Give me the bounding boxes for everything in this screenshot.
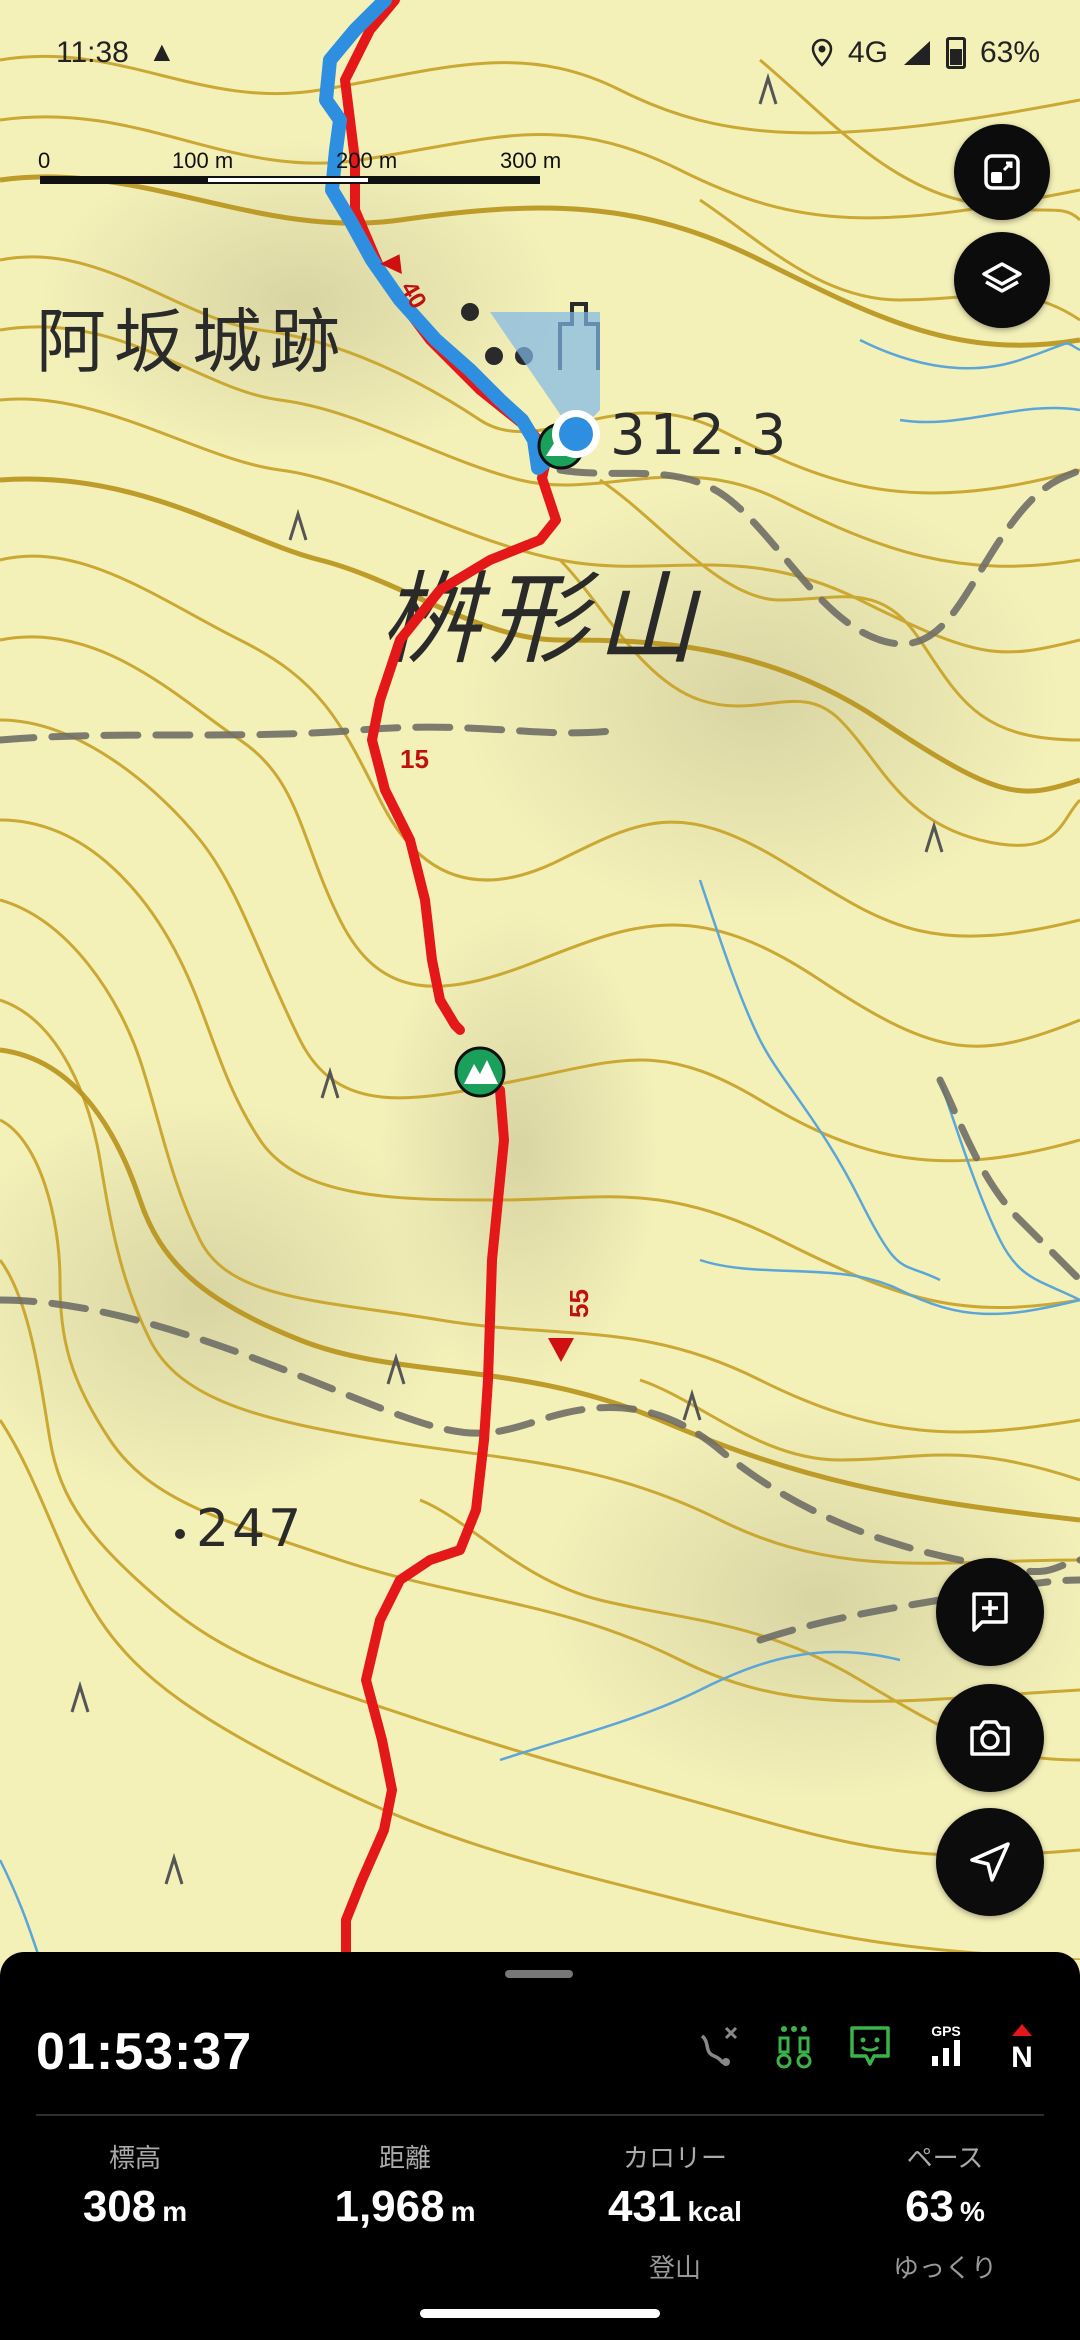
gps-signal-icon: GPS bbox=[931, 2023, 961, 2066]
status-icons: GPS N bbox=[696, 2022, 1044, 2070]
elapsed-time: 01:53:37 bbox=[36, 2023, 253, 2081]
expand-map-button[interactable] bbox=[954, 124, 1050, 220]
stat-label: ペース bbox=[906, 2143, 984, 2173]
stat-label: 標高 bbox=[108, 2143, 161, 2173]
stat-sub: 登山 bbox=[648, 2253, 701, 2283]
svg-text:GPS: GPS bbox=[931, 2023, 961, 2039]
camera-icon bbox=[970, 1720, 1010, 1756]
expand-icon bbox=[984, 154, 1020, 190]
stat-value: 431 bbox=[608, 2182, 682, 2231]
safety-share-icon[interactable] bbox=[848, 2022, 892, 2070]
stat-calories: カロリー 431 kcal 登山 bbox=[540, 2138, 810, 2283]
scale-label-0: 0 bbox=[38, 148, 51, 173]
compass-north-icon[interactable]: N bbox=[1000, 2022, 1044, 2070]
location-icon bbox=[811, 38, 833, 67]
home-indicator[interactable] bbox=[420, 2309, 660, 2318]
stats-row: 標高 308 m 距離 1,968 m カロリー 431 kcal 登山 ペース 63… bbox=[0, 2138, 1080, 2283]
panel-drag-handle[interactable] bbox=[505, 1970, 573, 1978]
camera-button[interactable] bbox=[936, 1684, 1044, 1792]
status-bar: 11:38 ▲ 4G 63% bbox=[0, 0, 1080, 110]
mountain-name-label: 桝形山 bbox=[380, 561, 704, 678]
navigate-icon bbox=[970, 1842, 1010, 1882]
stat-value: 308 bbox=[82, 2182, 157, 2231]
map-scale-bar: 0 100 m 200 m 300 m bbox=[38, 148, 568, 188]
network-type: 4G bbox=[847, 36, 888, 69]
map-layers-button[interactable] bbox=[954, 232, 1050, 328]
route-marker-15: 15 bbox=[400, 744, 429, 774]
signal-icon bbox=[903, 41, 930, 65]
stat-pace: ペース 63% ゆっくり bbox=[810, 2138, 1080, 2283]
layers-icon bbox=[982, 262, 1022, 293]
current-location-marker bbox=[552, 410, 600, 458]
pedometer-icon[interactable] bbox=[772, 2022, 816, 2070]
activity-panel[interactable]: 01:53:37 GPS N 標高 308 m 距離 1,968 m カロリー … bbox=[0, 1952, 1080, 2340]
stat-unit: kcal bbox=[687, 2196, 742, 2227]
battery-level: 63% bbox=[979, 36, 1040, 69]
add-memo-icon bbox=[972, 1592, 1008, 1632]
stat-value: 63 bbox=[905, 2182, 955, 2231]
clock: 11:38 bbox=[56, 36, 129, 69]
stat-unit: m bbox=[450, 2196, 476, 2227]
stat-label: カロリー bbox=[622, 2143, 727, 2173]
stat-unit: % bbox=[960, 2196, 985, 2227]
place-label-castle: 阿坂城跡 bbox=[36, 301, 348, 383]
route-off-icon[interactable] bbox=[696, 2022, 740, 2070]
navigate-button[interactable] bbox=[936, 1808, 1044, 1916]
panel-divider bbox=[36, 2114, 1044, 2116]
scale-label-100: 100 m bbox=[172, 148, 234, 173]
battery-icon bbox=[945, 37, 966, 69]
navigation-status-icon: ▲ bbox=[148, 36, 176, 67]
stat-label: 距離 bbox=[378, 2143, 431, 2173]
waypoint-peak-icon[interactable] bbox=[454, 1046, 506, 1098]
scale-label-300: 300 m bbox=[500, 148, 562, 173]
svg-text:55: 55 bbox=[564, 1289, 594, 1318]
scale-label-200: 200 m bbox=[336, 148, 398, 173]
stat-sub bbox=[270, 2248, 540, 2280]
scale-bar-line bbox=[40, 176, 540, 184]
stat-distance: 距離 1,968 m bbox=[270, 2138, 540, 2280]
summit-elevation-label: 312.3 bbox=[610, 403, 790, 468]
topographic-map[interactable]: 阿坂城跡 312.3 桝形山 247 40 15 55 bbox=[0, 0, 1080, 1960]
stat-sub: ゆっくり bbox=[892, 2253, 997, 2283]
svg-text:N: N bbox=[1011, 2041, 1033, 2070]
stat-unit: m bbox=[162, 2196, 188, 2227]
stat-elevation: 標高 308 m bbox=[0, 2138, 270, 2280]
spot-height-label: 247 bbox=[196, 1499, 304, 1559]
stat-sub bbox=[0, 2248, 270, 2280]
add-memo-button[interactable] bbox=[936, 1558, 1044, 1666]
stat-value: 1,968 bbox=[334, 2182, 445, 2231]
